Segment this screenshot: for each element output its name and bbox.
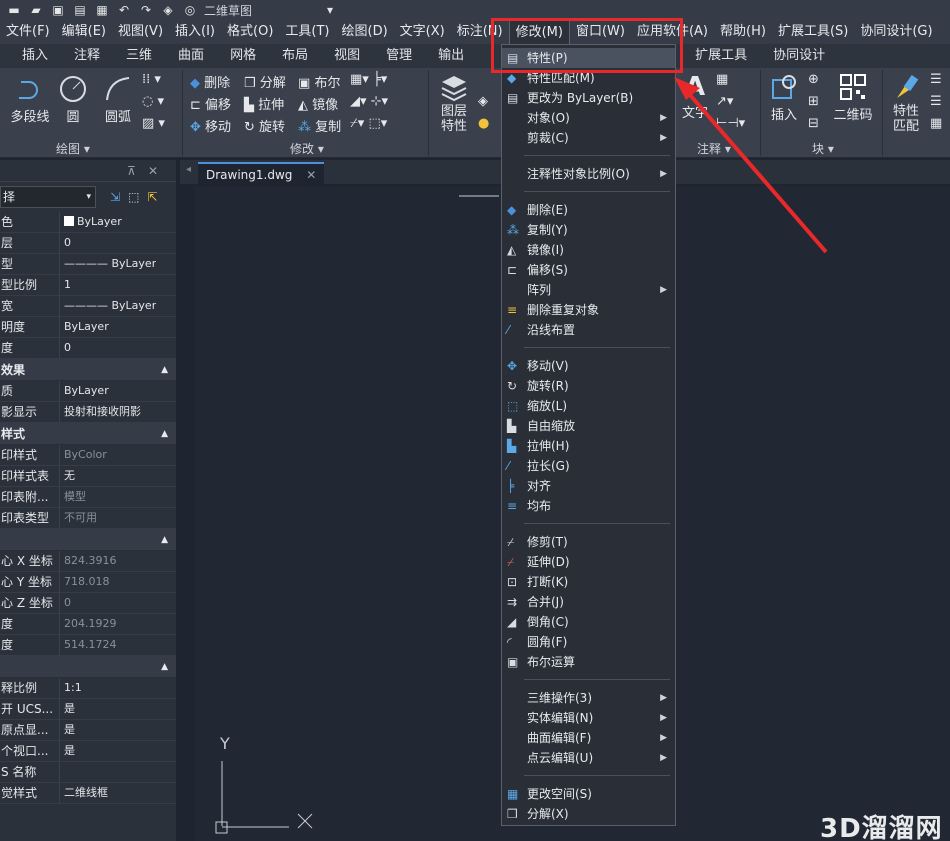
annotation-arrow (674, 77, 828, 254)
watermark: 3D溜溜网 (820, 814, 943, 841)
